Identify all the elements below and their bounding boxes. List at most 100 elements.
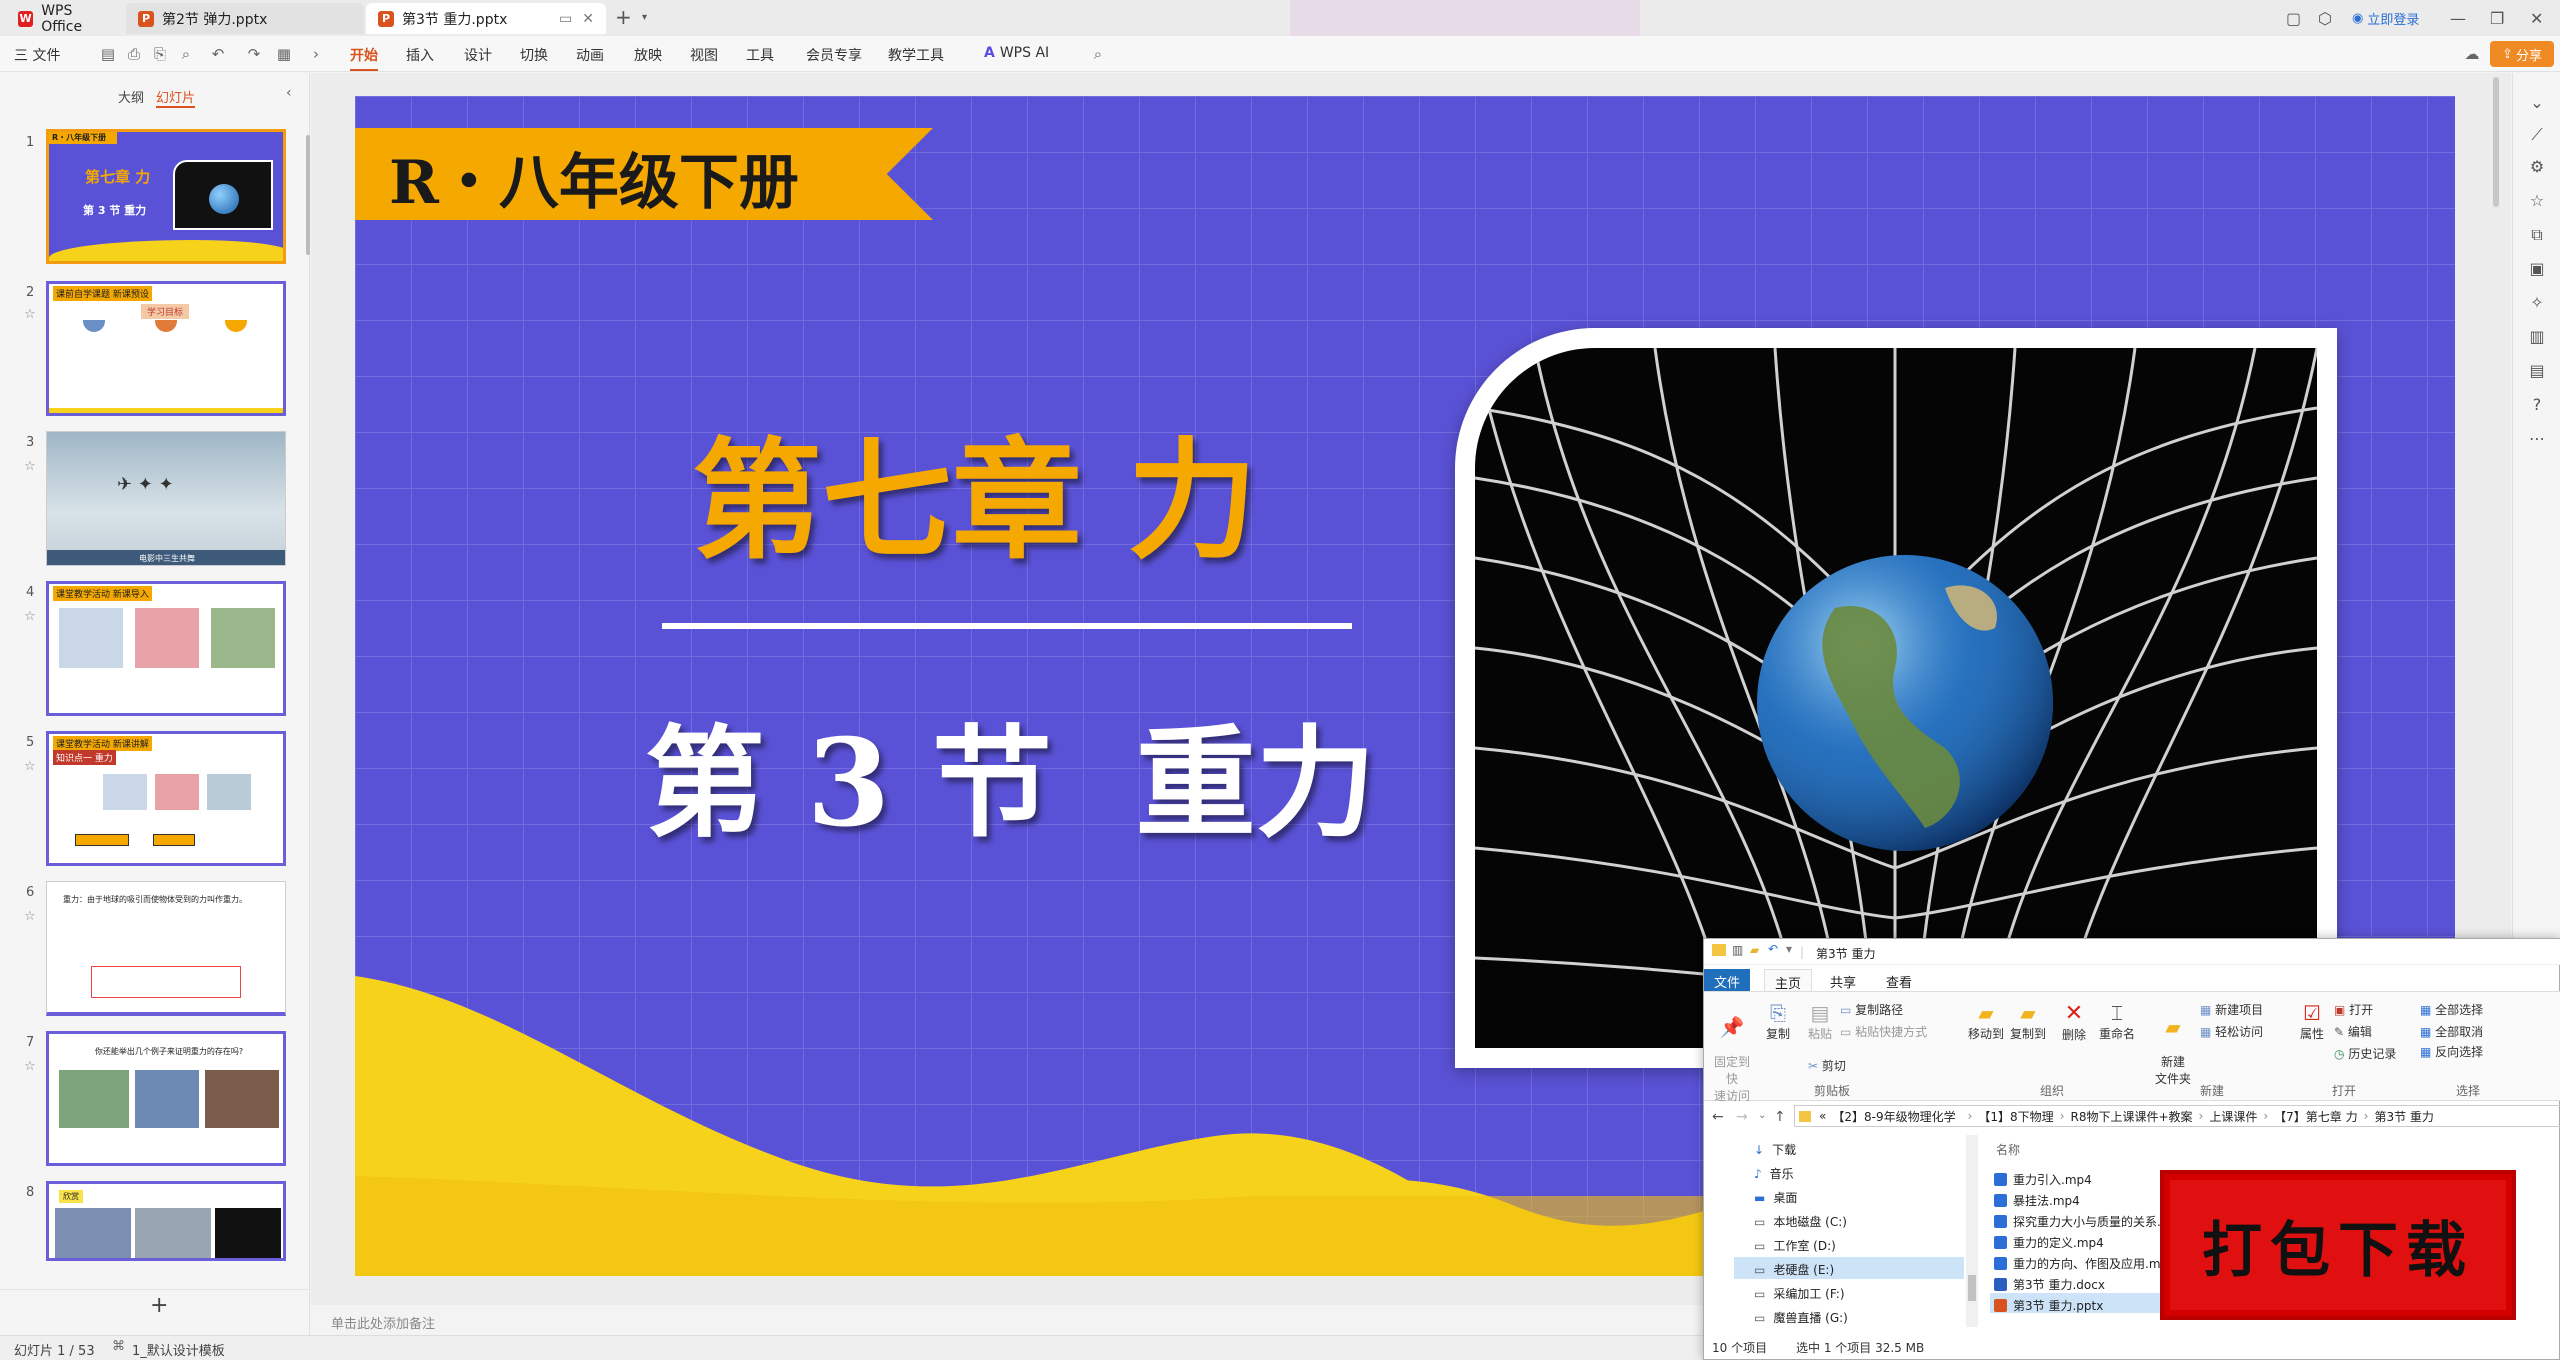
back-icon[interactable]: ← <box>1712 1109 1724 1125</box>
forward-icon[interactable]: → <box>1736 1109 1748 1125</box>
breadcrumb-item[interactable]: 【1】8下物理 <box>1978 1108 2053 1125</box>
ribbon-tab-file[interactable]: 文件 <box>1704 969 1751 991</box>
delete-button[interactable]: ✕ 删除 <box>2056 1001 2092 1043</box>
more-icon[interactable]: › <box>306 44 326 64</box>
slide-thumb-3[interactable]: ✈ ✦ ✦ 电影中三生共舞 <box>46 431 286 566</box>
star-icon[interactable]: ☆ <box>24 759 36 774</box>
breadcrumb-item[interactable]: 第3节 重力 <box>2374 1108 2433 1125</box>
history-button[interactable]: ◷ 历史记录 <box>2334 1045 2396 1062</box>
breadcrumb-item[interactable]: 【2】8-9年级物理化学 <box>1832 1108 1955 1125</box>
address-bar[interactable]: « 【2】8-9年级物理化学 › 【1】8下物理 › R8物下上课课件+教案 ›… <box>1794 1105 2560 1127</box>
slide-thumb-1[interactable]: R・八年级下册 第七章 力 第 3 节 重力 <box>46 129 286 264</box>
ribbon-tab-share[interactable]: 共享 <box>1820 969 1866 991</box>
tab-doc-3[interactable]: P 第3节 重力.pptx ▭ ✕ <box>366 3 606 34</box>
chevron-down-icon[interactable]: ⌄ <box>1758 1110 1766 1121</box>
tab-outline[interactable]: 大纲 <box>118 87 144 106</box>
properties-button[interactable]: ☑ 属性 <box>2294 1001 2330 1042</box>
star-icon[interactable]: ☆ <box>24 909 36 924</box>
nav-item-drive-e[interactable]: ▭ 老硬盘 (E:) <box>1754 1261 1834 1278</box>
canvas-scrollbar[interactable] <box>2493 77 2499 207</box>
nav-item-music[interactable]: ♪ 音乐 <box>1754 1165 1794 1182</box>
properties-icon[interactable]: ⚙ <box>2527 157 2547 177</box>
notes-area[interactable]: 单击此处添加备注 <box>311 1305 1711 1335</box>
file-menu[interactable]: 三 文件 <box>14 45 60 65</box>
chevron-down-icon[interactable]: ▾ <box>1786 942 1792 956</box>
menu-item-slideshow[interactable]: 放映 <box>634 45 662 65</box>
easy-access-button[interactable]: ▦ 轻松访问 <box>2200 1023 2263 1040</box>
file-item[interactable]: 探究重力大小与质量的关系.mp4 <box>1994 1213 2188 1230</box>
menu-item-design[interactable]: 设计 <box>464 45 492 65</box>
new-item-button[interactable]: ▦ 新建项目 <box>2200 1001 2263 1018</box>
move-to-button[interactable]: ▰ 移动到 <box>1966 1001 2006 1042</box>
tab-doc-2[interactable]: P 第2节 弹力.pptx <box>126 3 364 34</box>
menu-item-insert[interactable]: 插入 <box>406 45 434 65</box>
more-icon[interactable]: ⋯ <box>2527 429 2547 449</box>
copy-path-button[interactable]: ▭ 复制路径 <box>1840 1001 1903 1018</box>
file-item[interactable]: 第3节 重力.docx <box>1994 1276 2105 1293</box>
scroll-thumb[interactable] <box>1968 1275 1976 1301</box>
collapse-panel-icon[interactable]: ‹ <box>286 85 292 101</box>
invert-selection-button[interactable]: ▦ 反向选择 <box>2420 1043 2483 1060</box>
file-item[interactable]: 暴挂法.mp4 <box>1994 1192 2080 1209</box>
search-icon[interactable]: ⌕ <box>1088 44 1108 64</box>
add-slide-button[interactable]: + <box>150 1293 168 1318</box>
breadcrumb-item[interactable]: R8物下上课课件+教案 <box>2071 1108 2193 1125</box>
breadcrumb-item[interactable]: 【7】第七章 力 <box>2274 1108 2357 1125</box>
nav-item-drive-d[interactable]: ▭ 工作室 (D:) <box>1754 1237 1836 1254</box>
panel-scrollbar[interactable] <box>306 135 310 255</box>
star-icon[interactable]: ☆ <box>2527 191 2547 211</box>
nav-item-drive-c[interactable]: ▭ 本地磁盘 (C:) <box>1754 1213 1847 1230</box>
help-icon[interactable]: ? <box>2527 395 2547 415</box>
nav-item-drive-f[interactable]: ▭ 采编加工 (F:) <box>1754 1285 1845 1302</box>
select-all-button[interactable]: ▦ 全部选择 <box>2420 1001 2483 1018</box>
file-item[interactable]: 重力的方向、作图及应用.mp4 <box>1994 1255 2176 1272</box>
layers-icon[interactable]: ⧉ <box>2527 225 2547 245</box>
magic-icon[interactable]: ✧ <box>2527 293 2547 313</box>
menu-item-view[interactable]: 视图 <box>690 45 718 65</box>
restore-button[interactable]: ❐ <box>2490 0 2504 36</box>
properties-icon[interactable]: ▥ <box>1732 943 1743 957</box>
edit-button[interactable]: ✎ 编辑 <box>2334 1023 2372 1040</box>
tab-wps-office[interactable]: W WPS Office <box>6 3 126 35</box>
menu-item-member[interactable]: 会员专享 <box>806 45 862 65</box>
minimize-button[interactable]: — <box>2450 0 2466 36</box>
cut-button[interactable]: ✂ 剪切 <box>1808 1057 1846 1074</box>
chart-icon[interactable]: ▤ <box>2527 361 2547 381</box>
chevron-down-icon[interactable]: ▾ <box>642 12 647 23</box>
login-button[interactable]: ◉ 立即登录 <box>2352 0 2419 36</box>
template-name[interactable]: 1_默认设计模板 <box>132 1340 225 1359</box>
star-icon[interactable]: ☆ <box>24 609 36 624</box>
slide-thumb-6[interactable]: 重力：由于地球的吸引而使物体受到的力叫作重力。 <box>46 881 286 1016</box>
image-icon[interactable]: ▣ <box>2527 259 2547 279</box>
ribbon-tab-view[interactable]: 查看 <box>1876 969 1922 991</box>
share-button[interactable]: ⇪ 分享 <box>2490 41 2554 67</box>
new-folder-button[interactable]: ▰ 新建 文件夹 <box>2152 1001 2194 1101</box>
line-tool-icon[interactable]: ⟋ <box>2527 125 2547 145</box>
new-folder-icon[interactable]: ▰ <box>1750 943 1759 957</box>
nav-item-downloads[interactable]: ↓ 下载 <box>1754 1141 1796 1158</box>
close-window-button[interactable]: ✕ <box>2530 0 2543 36</box>
up-icon[interactable]: ↑ <box>1774 1109 1786 1125</box>
print-icon[interactable]: ⎘ <box>150 44 170 64</box>
undo-icon[interactable]: ↶ <box>1768 942 1778 956</box>
add-tab-button[interactable]: + <box>615 5 632 29</box>
export-icon[interactable]: ⎙ <box>124 44 144 64</box>
star-icon[interactable]: ☆ <box>24 459 36 474</box>
menu-item-transition[interactable]: 切换 <box>520 45 548 65</box>
file-item[interactable]: 重力的定义.mp4 <box>1994 1234 2104 1251</box>
ribbon-tab-home[interactable]: 主页 <box>1764 969 1813 992</box>
select-none-button[interactable]: ▦ 全部取消 <box>2420 1023 2483 1040</box>
slide-thumb-2[interactable]: 课前自学课题 新课预设 学习目标 <box>46 281 286 416</box>
nav-scrollbar[interactable] <box>1966 1135 1978 1327</box>
menu-item-teaching[interactable]: 教学工具 <box>888 45 944 65</box>
breadcrumb-item[interactable]: « <box>1819 1109 1826 1123</box>
copy-button[interactable]: ⎘ 复制 <box>1760 1001 1796 1042</box>
close-tab-icon[interactable]: ✕ <box>582 11 594 27</box>
window-layout-icon[interactable]: ▢ <box>2286 0 2301 36</box>
format-painter-icon[interactable]: ▦ <box>274 44 294 64</box>
pin-quick-access-button[interactable]: 📌 固定到快 速访问 <box>1710 1001 1754 1118</box>
column-header-name[interactable]: 名称 <box>1996 1141 2020 1158</box>
file-item[interactable]: 重力引入.mp4 <box>1994 1171 2092 1188</box>
undo-icon[interactable]: ↶ <box>208 44 228 64</box>
breadcrumb-item[interactable]: 上课课件 <box>2209 1108 2257 1125</box>
